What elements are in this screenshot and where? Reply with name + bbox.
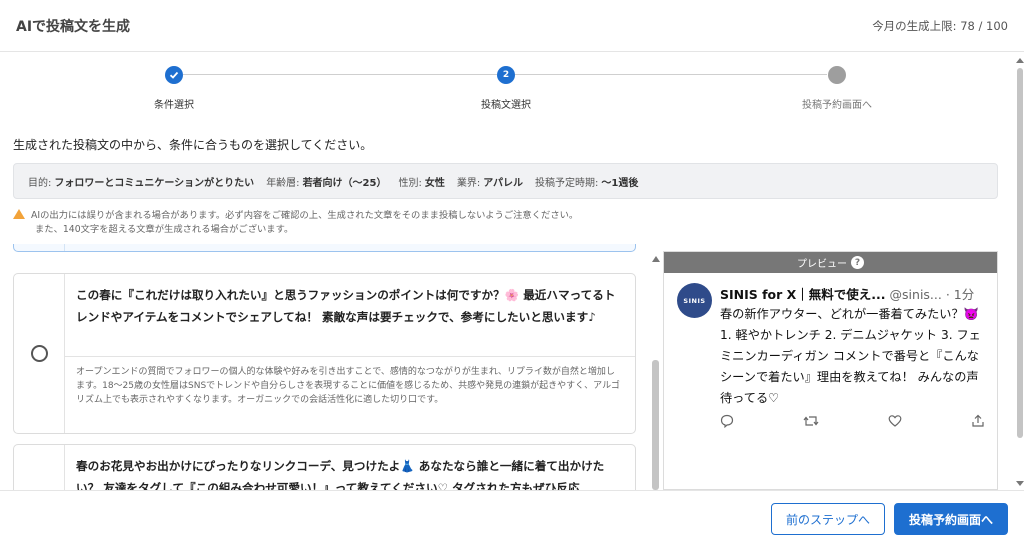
ai-warning: AIの出力には誤りが含まれる場合があります。必ず内容をご確認の上、生成された文章…	[13, 209, 578, 237]
page-scroll-thumb[interactable]	[1017, 68, 1023, 438]
option-card-selected-partial[interactable]	[13, 244, 636, 252]
option-radio[interactable]	[31, 345, 48, 362]
condition-key: 投稿予定時期:	[535, 177, 599, 189]
post-preview: プレビュー ? SINIS SINIS for X｜無料で使え... @sini…	[663, 251, 998, 490]
step-done-check-icon	[165, 66, 183, 84]
warning-line-1: AIの出力には誤りが含まれる場合があります。必ず内容をご確認の上、生成された文章…	[31, 210, 579, 221]
preview-header: プレビュー ?	[664, 252, 997, 273]
option-text: 春のお花見やお出かけにぴったりなリンクコーデ、見つけたよ👗 あなたなら誰と一緒に…	[76, 459, 605, 490]
account-handle: @sinis...	[889, 287, 942, 302]
condition-value: 〜1週後	[601, 177, 639, 189]
option-card[interactable]: 春のお花見やお出かけにぴったりなリンクコーデ、見つけたよ👗 あなたなら誰と一緒に…	[13, 444, 636, 490]
step-pending-circle	[828, 66, 846, 84]
radio-column	[14, 445, 65, 490]
reply-icon	[720, 414, 734, 428]
share-icon	[971, 414, 985, 428]
instruction-text: 生成された投稿文の中から、条件に合うものを選択してください。	[13, 138, 373, 152]
tweet-header: SINIS for X｜無料で使え... @sinis... · 1分	[720, 284, 974, 303]
page-scrollbar[interactable]	[1015, 55, 1024, 490]
radio-column	[14, 274, 65, 433]
radio-column	[14, 244, 65, 251]
condition-key: 性別:	[398, 177, 422, 189]
post-time: · 1分	[945, 287, 975, 302]
condition-value: 女性	[424, 177, 445, 189]
condition-value: フォロワーとコミュニケーションがとりたい	[54, 177, 255, 189]
like-icon	[888, 414, 902, 428]
page-title: AIで投稿文を生成	[16, 18, 131, 35]
option-text: この春に『これだけは取り入れたい』と思うファッションのポイントは何ですか？🌸 最…	[76, 288, 616, 324]
condition-value: 若者向け（〜25）	[302, 177, 387, 189]
step-connector	[515, 74, 827, 75]
condition-value: アパレル	[483, 177, 524, 189]
preview-label: プレビュー	[797, 259, 847, 270]
step-label-conditions: 条件選択	[154, 100, 194, 111]
warning-line-2: また、140文字を超える文章が生成される場合がございます。	[35, 224, 294, 235]
options-list: この春に『これだけは取り入れたい』と思うファッションのポイントは何ですか？🌸 最…	[0, 244, 648, 490]
conditions-summary: 目的: フォロワーとコミュニケーションがとりたい 年齢層: 若者向け（〜25） 性別…	[13, 163, 998, 199]
avatar: SINIS	[677, 283, 712, 318]
option-explanation: オープンエンドの質問でフォロワーの個人的な体験や好みを引き出すことで、感情的なつ…	[65, 356, 635, 433]
back-button[interactable]: 前のステップへ	[771, 503, 885, 535]
repost-icon	[803, 414, 819, 428]
options-scroll-thumb[interactable]	[652, 360, 659, 490]
step-label-schedule: 投稿予約画面へ	[802, 100, 872, 111]
condition-key: 目的:	[28, 177, 52, 189]
generation-limit: 今月の生成上限: 78 / 100	[872, 18, 1008, 33]
step-connector	[183, 74, 497, 75]
condition-key: 年齢層:	[266, 177, 300, 189]
option-card[interactable]: この春に『これだけは取り入れたい』と思うファッションのポイントは何ですか？🌸 最…	[13, 273, 636, 434]
footer: 前のステップへ 投稿予約画面へ	[0, 490, 1024, 543]
step-label-post-select: 投稿文選択	[481, 100, 531, 111]
tweet-body: 春の新作アウター、どれが一番着てみたい？👿 1. 軽やかトレンチ 2. デニムジ…	[720, 307, 981, 405]
help-icon[interactable]: ?	[851, 256, 864, 269]
scroll-up-arrow-icon[interactable]	[652, 256, 660, 262]
next-button[interactable]: 投稿予約画面へ	[894, 503, 1008, 535]
condition-key: 業界:	[456, 177, 481, 189]
step-current-number: 2	[497, 66, 515, 84]
warning-icon	[13, 209, 25, 219]
account-name: SINIS for X｜無料で使え...	[720, 287, 886, 302]
page-header: AIで投稿文を生成 今月の生成上限: 78 / 100	[0, 0, 1024, 52]
tweet-actions	[720, 414, 985, 428]
page-scroll-up-icon[interactable]	[1016, 58, 1024, 63]
page-scroll-down-icon[interactable]	[1016, 481, 1024, 486]
